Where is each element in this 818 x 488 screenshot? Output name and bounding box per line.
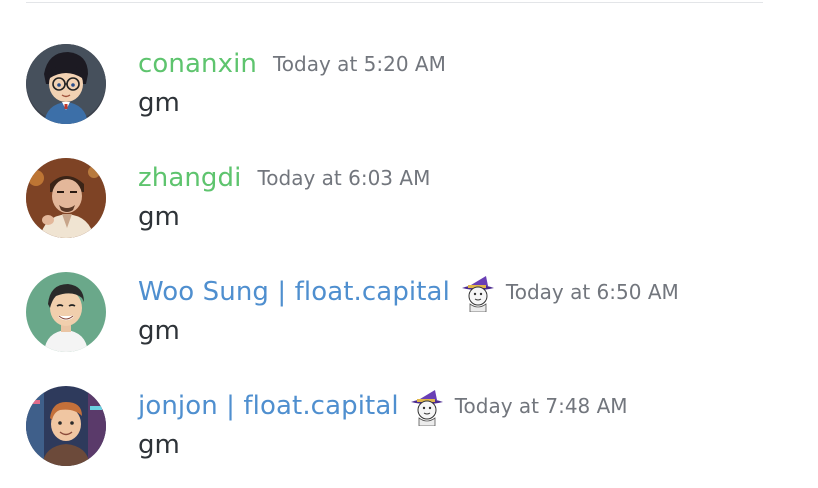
message-item: conanxin Today at 5:20 AM gm — [0, 0, 818, 124]
message-item: zhangdi Today at 6:03 AM gm — [0, 114, 818, 238]
wizard-hat-badge-icon — [458, 272, 498, 312]
message-content: gm — [138, 430, 180, 460]
avatar[interactable] — [26, 386, 106, 466]
username[interactable]: conanxin — [138, 49, 257, 79]
message-list: conanxin Today at 5:20 AM gm zhangdi Tod… — [0, 0, 818, 488]
message-header: zhangdi Today at 6:03 AM — [138, 158, 430, 198]
woosung-avatar-icon — [26, 272, 106, 352]
avatar[interactable] — [26, 44, 106, 124]
avatar[interactable] — [26, 272, 106, 352]
timestamp[interactable]: Today at 5:20 AM — [273, 52, 446, 76]
jonjon-avatar-icon — [26, 386, 106, 466]
timestamp[interactable]: Today at 6:03 AM — [257, 166, 430, 190]
username[interactable]: Woo Sung | float.capital — [138, 277, 450, 307]
wizard-hat-badge-icon — [407, 386, 447, 426]
message-header: jonjon | float.capital Today at 7:48 AM — [138, 386, 628, 426]
conan-avatar-icon — [26, 44, 106, 124]
timestamp[interactable]: Today at 6:50 AM — [506, 280, 679, 304]
avatar[interactable] — [26, 158, 106, 238]
message-item: jonjon | float.capital Today at 7:48 AM … — [0, 342, 818, 466]
username[interactable]: zhangdi — [138, 163, 241, 193]
message-header: conanxin Today at 5:20 AM — [138, 44, 446, 84]
zhangdi-avatar-icon — [26, 158, 106, 238]
timestamp[interactable]: Today at 7:48 AM — [455, 394, 628, 418]
message-header: Woo Sung | float.capital Today at 6:50 A… — [138, 272, 679, 312]
username[interactable]: jonjon | float.capital — [138, 391, 399, 421]
message-item: Woo Sung | float.capital Today at 6:50 A… — [0, 228, 818, 352]
